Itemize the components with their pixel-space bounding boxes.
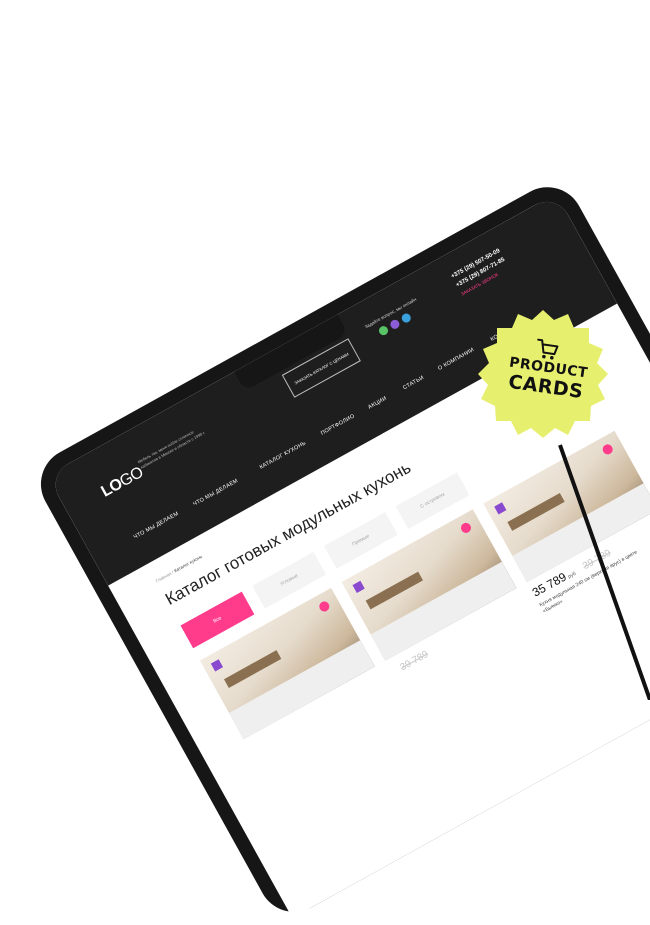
website-viewport: LOGO Мебель так, меня нобле отличное каб…: [47, 193, 650, 919]
new-badge-icon: [494, 502, 507, 515]
old-price: 39 789: [398, 648, 431, 674]
tagline: Мебель так, меня нобле отличное кабинето…: [136, 429, 206, 470]
whatsapp-icon[interactable]: [377, 324, 390, 337]
logo[interactable]: LOGO: [99, 464, 147, 502]
nav-item-portfolio[interactable]: ПОРТФОЛИО: [320, 413, 356, 437]
nav-item-promotions[interactable]: АКЦИИ: [367, 396, 388, 411]
nav-item-what-we-do-2[interactable]: ЧТО МЫ ДЕЛАЕМ: [192, 478, 239, 508]
favorite-icon[interactable]: [317, 599, 332, 614]
nav-item-articles[interactable]: СТАТЬИ: [402, 375, 425, 391]
nav-item-what-we-do[interactable]: ЧТО МЫ ДЕЛАЕМ: [133, 511, 180, 541]
nav-item-catalog[interactable]: КАТАЛОГ КУХОНЬ: [259, 440, 307, 471]
breadcrumb-current: Каталог кухонь: [173, 553, 204, 574]
new-badge-icon: [210, 659, 224, 672]
new-badge-icon: [352, 580, 365, 593]
telegram-icon[interactable]: [400, 311, 413, 325]
breadcrumb-home[interactable]: Главная: [155, 571, 172, 584]
device-screen: LOGO Мебель так, меня нобле отличное каб…: [28, 174, 650, 925]
favorite-icon[interactable]: [459, 521, 473, 535]
viber-icon[interactable]: [388, 318, 402, 331]
